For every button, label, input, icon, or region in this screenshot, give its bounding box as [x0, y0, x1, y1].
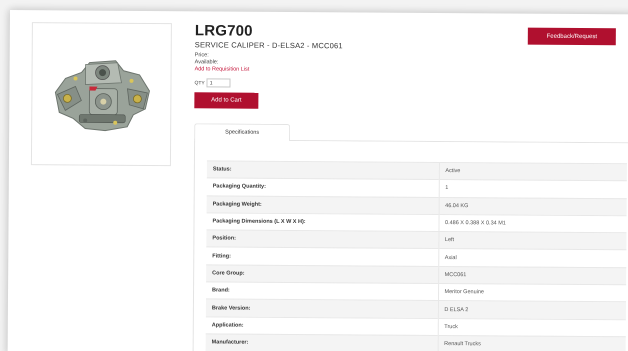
spec-value: Truck — [437, 318, 626, 337]
feedback-request-button[interactable]: Feedback/Request — [527, 27, 616, 46]
product-page: LRG700 SERVICE CALIPER - D-ELSA2 - MCC06… — [7, 10, 628, 351]
spec-value: D ELSA 2 — [437, 300, 626, 320]
tab-specifications[interactable]: Specifications — [194, 123, 291, 142]
specifications-table: Status: Active Packaging Quantity: 1 Pac… — [205, 160, 627, 351]
spec-value: MCC061 — [438, 266, 627, 285]
spec-label: Core Group: — [206, 264, 439, 284]
spec-value: Renault Trucks — [437, 335, 626, 351]
spec-label: Application: — [205, 316, 438, 336]
qty-label: QTY — [194, 79, 205, 86]
qty-row: QTY — [194, 78, 342, 88]
spec-value: Axial — [438, 248, 627, 268]
spec-label: Packaging Quantity: — [206, 178, 439, 198]
add-to-requisition-link[interactable]: Add to Requisition List — [195, 66, 343, 74]
spec-label: Fitting: — [206, 247, 439, 267]
spec-label: Brake Version: — [205, 299, 438, 319]
spec-label: Packaging Weight: — [206, 195, 439, 215]
qty-input[interactable] — [206, 78, 231, 88]
specifications-panel: Status: Active Packaging Quantity: 1 Pac… — [192, 140, 628, 351]
add-to-cart-button[interactable]: Add to Cart — [194, 92, 259, 109]
spec-value: 1 — [438, 179, 627, 199]
spec-label: Brand: — [205, 281, 439, 301]
spec-label: Manufacturer: — [205, 333, 438, 351]
spec-value: Meritor Genuine — [437, 283, 627, 303]
spec-value: Left — [438, 231, 627, 251]
spec-value: Active — [438, 162, 627, 182]
table-row: Manufacturer: Renault Trucks — [205, 333, 626, 351]
product-title: SERVICE CALIPER - D-ELSA2 - MCC061 — [194, 40, 343, 51]
product-info: LRG700 SERVICE CALIPER - D-ELSA2 - MCC06… — [194, 22, 343, 109]
brake-caliper-image — [54, 59, 150, 131]
spec-label: Position: — [206, 230, 439, 249]
spec-label: Status: — [206, 160, 439, 180]
spec-value: 0.486 X 0.388 X 0.34 M1 — [438, 214, 627, 233]
spec-label: Packaging Dimensions (L X W X H): — [206, 212, 439, 232]
product-image-frame[interactable] — [30, 22, 172, 167]
product-sku: LRG700 — [194, 22, 253, 40]
spec-value: 46.04 KG — [438, 197, 627, 216]
